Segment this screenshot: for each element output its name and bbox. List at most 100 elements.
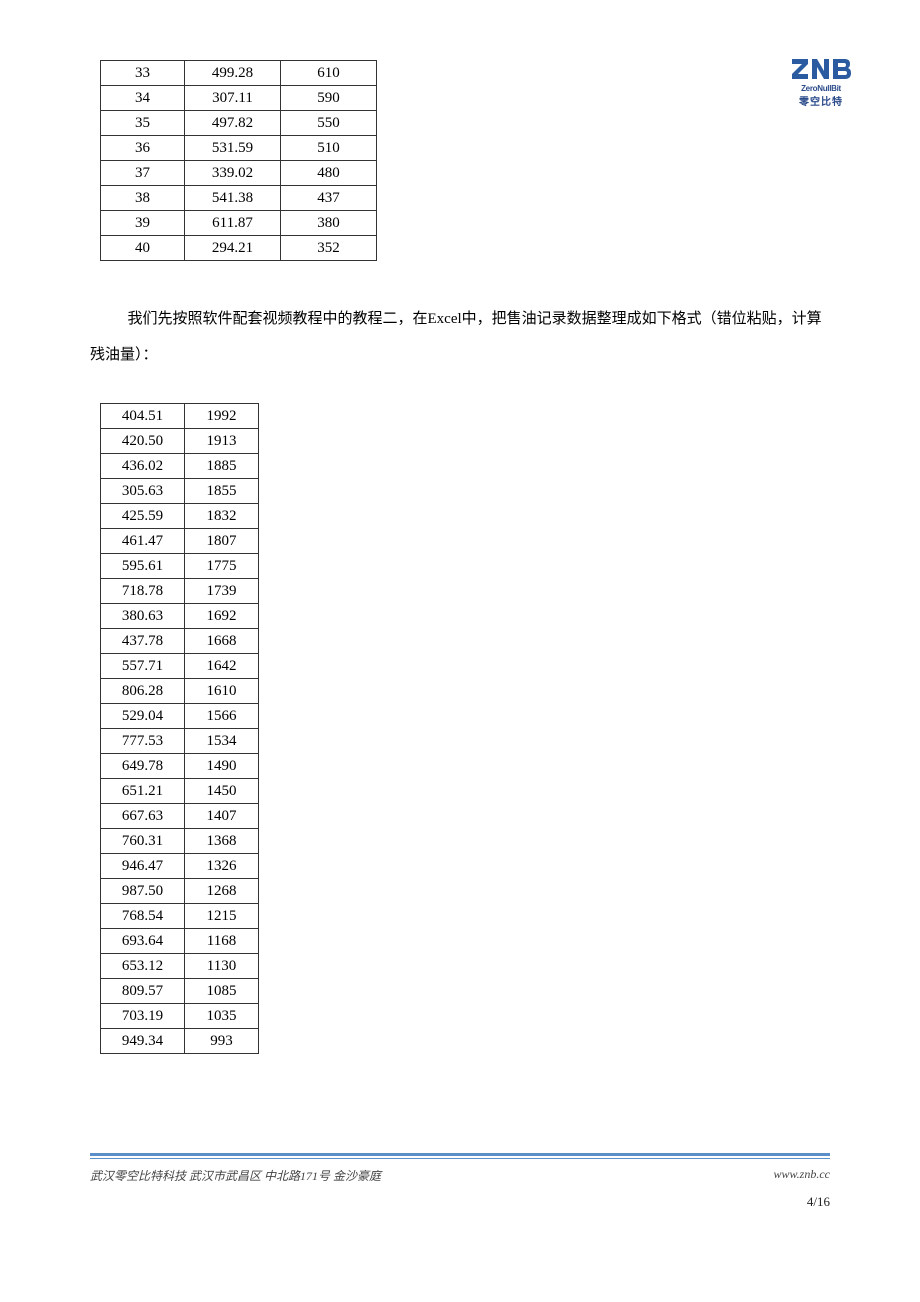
table-cell: 541.38	[185, 186, 281, 211]
table-row: 38541.38437	[101, 186, 377, 211]
table-cell: 1832	[185, 504, 259, 529]
table-cell: 499.28	[185, 61, 281, 86]
table-row: 37339.02480	[101, 161, 377, 186]
table-cell: 949.34	[101, 1029, 185, 1054]
table-cell: 1450	[185, 779, 259, 804]
table-cell: 1855	[185, 479, 259, 504]
znb-logo-icon	[790, 55, 852, 83]
table-row: 667.631407	[101, 804, 259, 829]
table-row: 651.211450	[101, 779, 259, 804]
table-cell: 436.02	[101, 454, 185, 479]
logo-sub-text: ZeroNullBit	[790, 84, 852, 93]
table-row: 420.501913	[101, 429, 259, 454]
table-cell: 1642	[185, 654, 259, 679]
table-cell: 760.31	[101, 829, 185, 854]
table-cell: 425.59	[101, 504, 185, 529]
table-cell: 1368	[185, 829, 259, 854]
table-cell: 1566	[185, 704, 259, 729]
table-row: 946.471326	[101, 854, 259, 879]
table-cell: 550	[281, 111, 377, 136]
table-row: 693.641168	[101, 929, 259, 954]
table-cell: 1885	[185, 454, 259, 479]
table-cell: 461.47	[101, 529, 185, 554]
table-cell: 529.04	[101, 704, 185, 729]
table-cell: 718.78	[101, 579, 185, 604]
table-cell: 1168	[185, 929, 259, 954]
footer-divider	[90, 1153, 830, 1159]
table-cell: 380	[281, 211, 377, 236]
table-cell: 768.54	[101, 904, 185, 929]
table-row: 35497.82550	[101, 111, 377, 136]
table-cell: 1215	[185, 904, 259, 929]
table-cell: 1407	[185, 804, 259, 829]
table-cell: 1035	[185, 1004, 259, 1029]
table-row: 39611.87380	[101, 211, 377, 236]
table-cell: 993	[185, 1029, 259, 1054]
table-row: 436.021885	[101, 454, 259, 479]
table-cell: 33	[101, 61, 185, 86]
table-cell: 1692	[185, 604, 259, 629]
page-footer: 武汉零空比特科技 武汉市武昌区 中北路171号 金沙豪庭 www.znb.cc …	[90, 1153, 830, 1210]
table-cell: 557.71	[101, 654, 185, 679]
table-cell: 480	[281, 161, 377, 186]
table-row: 949.34993	[101, 1029, 259, 1054]
table-cell: 946.47	[101, 854, 185, 879]
table-cell: 703.19	[101, 1004, 185, 1029]
logo-chinese-text: 零空比特	[790, 93, 852, 108]
table-row: 36531.59510	[101, 136, 377, 161]
table-cell: 35	[101, 111, 185, 136]
table-cell: 667.63	[101, 804, 185, 829]
table-cell: 510	[281, 136, 377, 161]
table-cell: 1490	[185, 754, 259, 779]
table-cell: 307.11	[185, 86, 281, 111]
table-cell: 1610	[185, 679, 259, 704]
table-cell: 1534	[185, 729, 259, 754]
table-cell: 339.02	[185, 161, 281, 186]
document-page: ZeroNullBit 零空比特 33499.2861034307.115903…	[0, 0, 920, 1260]
table-cell: 420.50	[101, 429, 185, 454]
table-cell: 777.53	[101, 729, 185, 754]
table-row: 718.781739	[101, 579, 259, 604]
table-row: 34307.11590	[101, 86, 377, 111]
table-cell: 1775	[185, 554, 259, 579]
page-number: 4/16	[90, 1194, 830, 1210]
table-row: 557.711642	[101, 654, 259, 679]
table-cell: 1668	[185, 629, 259, 654]
table-cell: 531.59	[185, 136, 281, 161]
table-cell: 36	[101, 136, 185, 161]
table-cell: 305.63	[101, 479, 185, 504]
table-cell: 651.21	[101, 779, 185, 804]
table-row: 461.471807	[101, 529, 259, 554]
table-row: 649.781490	[101, 754, 259, 779]
footer-text-row: 武汉零空比特科技 武汉市武昌区 中北路171号 金沙豪庭 www.znb.cc	[90, 1167, 830, 1184]
table-cell: 39	[101, 211, 185, 236]
table-cell: 1130	[185, 954, 259, 979]
table-row: 809.571085	[101, 979, 259, 1004]
table-cell: 649.78	[101, 754, 185, 779]
table-cell: 1268	[185, 879, 259, 904]
table-row: 380.631692	[101, 604, 259, 629]
table-cell: 1739	[185, 579, 259, 604]
table-cell: 380.63	[101, 604, 185, 629]
table-row: 703.191035	[101, 1004, 259, 1029]
table-cell: 806.28	[101, 679, 185, 704]
table-cell: 653.12	[101, 954, 185, 979]
table-cell: 497.82	[185, 111, 281, 136]
table-cell: 1085	[185, 979, 259, 1004]
table-cell: 693.64	[101, 929, 185, 954]
table-row: 40294.21352	[101, 236, 377, 261]
table-cell: 1992	[185, 404, 259, 429]
table-cell: 437.78	[101, 629, 185, 654]
company-logo: ZeroNullBit 零空比特	[790, 55, 852, 108]
table-cell: 611.87	[185, 211, 281, 236]
table-cell: 1913	[185, 429, 259, 454]
table-cell: 40	[101, 236, 185, 261]
table-cell: 437	[281, 186, 377, 211]
footer-url: www.znb.cc	[774, 1167, 830, 1184]
processed-data-table: 404.511992420.501913436.021885305.631855…	[100, 403, 259, 1054]
table-row: 653.121130	[101, 954, 259, 979]
table-row: 437.781668	[101, 629, 259, 654]
table-cell: 37	[101, 161, 185, 186]
table-cell: 352	[281, 236, 377, 261]
table-row: 760.311368	[101, 829, 259, 854]
